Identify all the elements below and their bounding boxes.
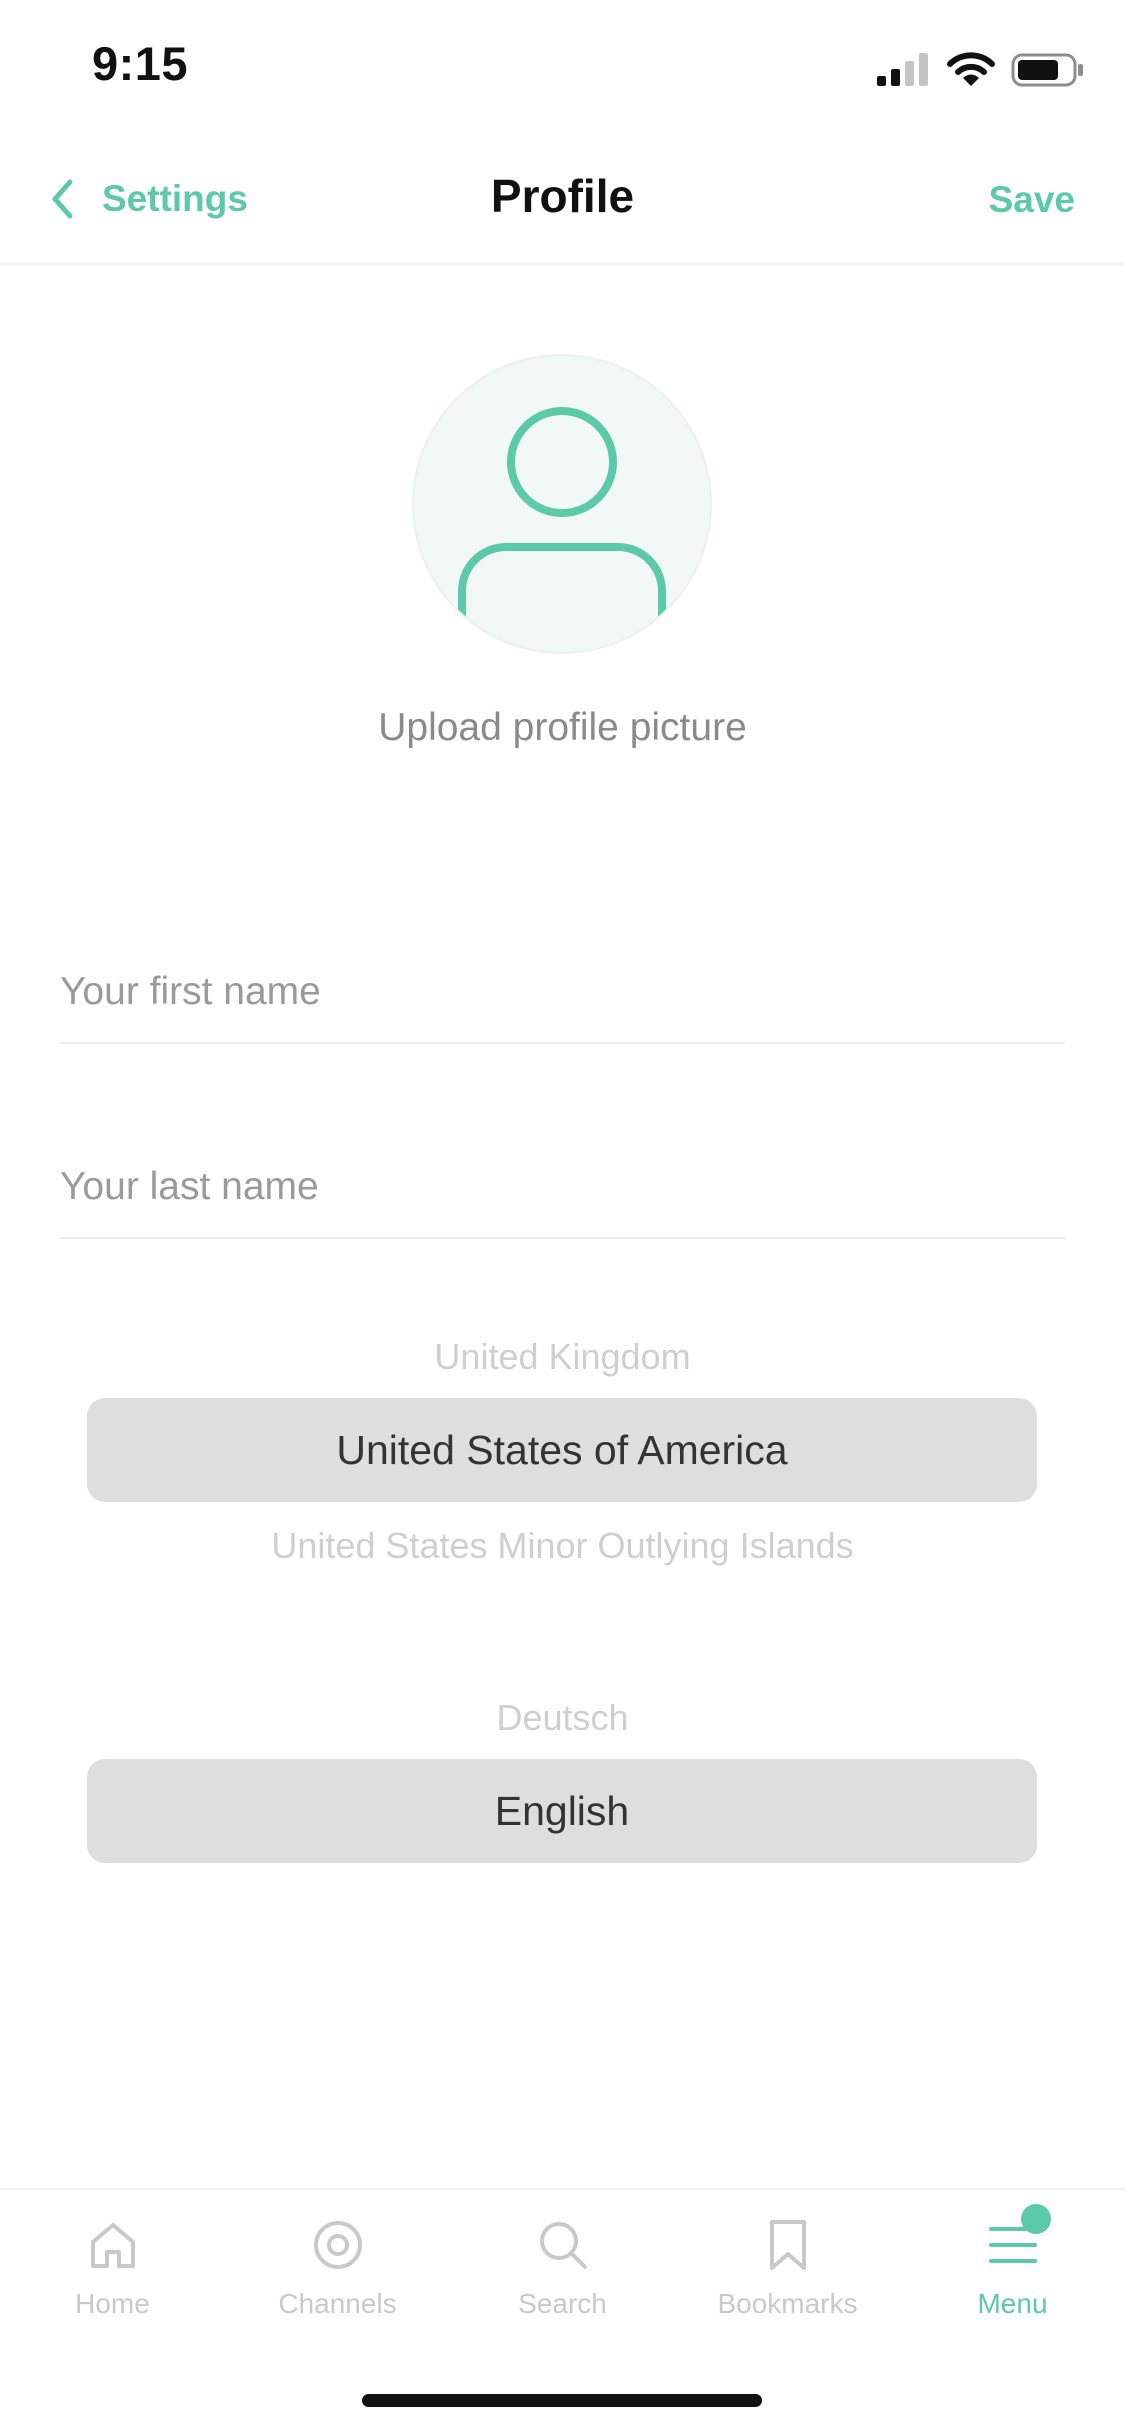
profile-screen: 9:15 Settings Profile Save Upload profil… [0, 0, 1125, 2436]
status-time: 9:15 [92, 37, 189, 90]
wifi-icon [947, 52, 995, 86]
language-selected-label: English [494, 1787, 630, 1834]
tab-bookmarks[interactable]: Bookmarks [675, 2190, 900, 2330]
tab-home[interactable]: Home [0, 2190, 225, 2330]
tab-bar: Home Channels Search Bookmarks Menu [0, 2188, 1125, 2330]
tab-menu[interactable]: Menu [900, 2190, 1125, 2330]
search-icon [539, 2222, 587, 2269]
language-option-previous[interactable]: Deutsch [0, 1697, 1125, 1739]
battery-icon [1011, 53, 1083, 87]
home-indicator[interactable] [362, 2394, 762, 2407]
person-icon [458, 407, 666, 618]
channels-icon [313, 2221, 362, 2269]
tab-search-label: Search [518, 2288, 607, 2319]
navigation-bar: Settings Profile Save [0, 135, 1125, 265]
avatar-upload[interactable] [412, 354, 712, 654]
tab-home-label: Home [75, 2288, 150, 2319]
country-picker-selected[interactable]: United States of America [87, 1398, 1037, 1502]
language-picker-selected[interactable]: English [87, 1759, 1037, 1863]
country-option-next[interactable]: United States Minor Outlying Islands [0, 1525, 1125, 1567]
bookmark-icon [769, 2220, 806, 2270]
country-selected-label: United States of America [336, 1426, 788, 1473]
page-title: Profile [490, 170, 635, 222]
upload-profile-picture-label[interactable]: Upload profile picture [0, 706, 1125, 750]
first-name-input[interactable] [60, 942, 1065, 1044]
tab-bookmarks-label: Bookmarks [717, 2288, 858, 2319]
tab-channels-label: Channels [278, 2288, 397, 2319]
last-name-input[interactable] [60, 1137, 1065, 1239]
status-bar: 9:15 [0, 0, 1125, 135]
notification-dot [1021, 2204, 1051, 2234]
country-option-previous[interactable]: United Kingdom [0, 1336, 1125, 1378]
tab-channels[interactable]: Channels [225, 2190, 450, 2330]
status-icons [875, 48, 1085, 92]
tab-search[interactable]: Search [450, 2190, 675, 2330]
save-button[interactable]: Save [989, 179, 1075, 221]
tab-menu-label: Menu [977, 2288, 1048, 2319]
cellular-signal-icon [877, 53, 928, 86]
home-icon [90, 2223, 135, 2268]
